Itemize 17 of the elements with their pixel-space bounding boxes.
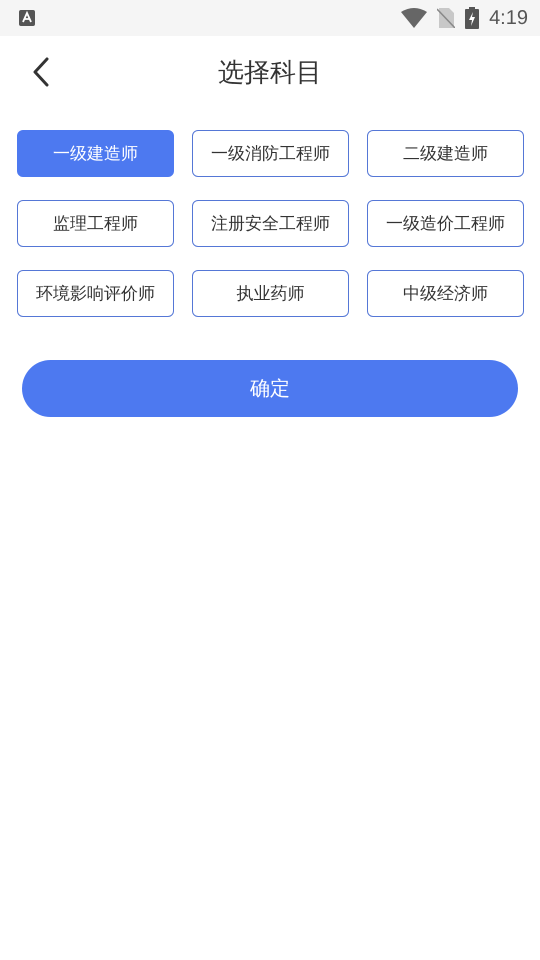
status-time: 4:19	[489, 6, 528, 30]
no-sim-icon	[437, 8, 456, 28]
subject-option[interactable]: 二级建造师	[367, 130, 524, 177]
subject-option[interactable]: 一级消防工程师	[192, 130, 349, 177]
keyboard-notification-icon	[19, 10, 35, 26]
wifi-icon	[401, 8, 428, 28]
subject-option[interactable]: 执业药师	[192, 270, 349, 317]
subject-option[interactable]: 中级经济师	[367, 270, 524, 317]
subject-option[interactable]: 一级建造师	[17, 130, 174, 177]
back-icon[interactable]	[32, 57, 50, 87]
battery-charging-icon	[465, 7, 480, 29]
confirm-button[interactable]: 确定	[22, 360, 518, 417]
subject-option[interactable]: 注册安全工程师	[192, 200, 349, 247]
subject-option[interactable]: 监理工程师	[17, 200, 174, 247]
subject-option[interactable]: 一级造价工程师	[367, 200, 524, 247]
page-title: 选择科目	[218, 56, 322, 90]
subject-option[interactable]: 环境影响评价师	[17, 270, 174, 317]
